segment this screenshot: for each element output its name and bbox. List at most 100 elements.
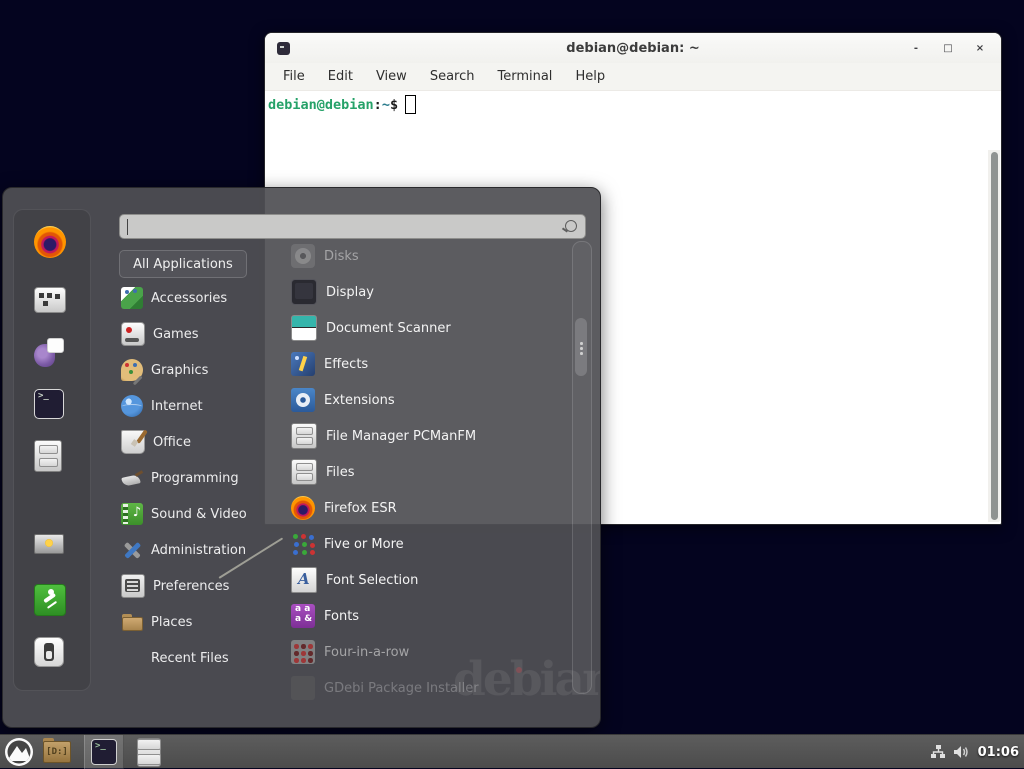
folder-icon	[43, 741, 71, 763]
sound-video-icon	[121, 503, 143, 525]
accessories-icon	[121, 287, 143, 309]
volume-icon[interactable]	[953, 744, 971, 760]
five-or-more-icon	[291, 532, 315, 556]
favorite-log-out-icon[interactable]	[34, 584, 66, 616]
favorite-shut-down-icon[interactable]	[34, 637, 64, 667]
category-graphics[interactable]: Graphics	[121, 356, 271, 384]
favorite-file-manager-icon[interactable]	[34, 440, 62, 472]
app-item-firefox-esr[interactable]: Firefox ESR	[291, 495, 573, 521]
shell-prompt: debian@debian:~$	[268, 95, 416, 114]
category-accessories[interactable]: Accessories	[121, 284, 271, 312]
category-label: Sound & Video	[151, 507, 247, 522]
menu-view[interactable]: View	[376, 69, 407, 84]
menu-launcher-button[interactable]	[2, 735, 36, 769]
app-label: Four-in-a-row	[324, 645, 409, 660]
menu-scrollbar-thumb[interactable]	[575, 318, 587, 376]
favorite-lock-screen-icon[interactable]	[34, 532, 64, 562]
spacer	[121, 647, 143, 669]
menu-search-input[interactable]	[126, 217, 559, 236]
app-label: Font Selection	[326, 573, 418, 588]
scrollbar-grip-dots	[580, 342, 583, 345]
prompt-user-host: debian@debian	[268, 97, 374, 113]
applications-menu: debian All Applications Accessories Game…	[2, 187, 601, 728]
terminal-scrollbar[interactable]	[988, 150, 1000, 522]
fonts-icon	[291, 604, 315, 628]
file-manager-icon	[291, 423, 317, 449]
minimize-button[interactable]: -	[907, 39, 925, 57]
favorite-pidgin-icon[interactable]	[34, 337, 64, 367]
app-label: Fonts	[324, 609, 359, 624]
disks-icon	[291, 244, 315, 268]
menu-search-box[interactable]	[119, 214, 586, 239]
prompt-symbol: $	[390, 97, 398, 113]
category-places[interactable]: Places	[121, 608, 271, 636]
close-button[interactable]: ×	[971, 39, 989, 57]
app-item-five-or-more[interactable]: Five or More	[291, 531, 573, 557]
firefox-icon	[291, 496, 315, 520]
category-games[interactable]: Games	[121, 320, 271, 348]
menu-terminal[interactable]: Terminal	[497, 69, 552, 84]
app-label: File Manager PCManFM	[326, 429, 476, 444]
category-internet[interactable]: Internet	[121, 392, 271, 420]
menu-edit[interactable]: Edit	[328, 69, 353, 84]
app-item-fonts[interactable]: Fonts	[291, 603, 573, 629]
category-programming[interactable]: Programming	[121, 464, 271, 492]
games-icon	[121, 322, 145, 346]
terminal-menubar: File Edit View Search Terminal Help	[265, 63, 1001, 91]
category-preferences[interactable]: Preferences	[121, 572, 271, 600]
graphics-icon	[121, 359, 143, 381]
font-selection-icon	[291, 567, 317, 593]
network-icon[interactable]	[930, 744, 946, 760]
search-icon	[565, 220, 577, 232]
maximize-button[interactable]: □	[939, 39, 957, 57]
menu-scrollbar[interactable]	[572, 241, 592, 694]
app-label: Disks	[324, 249, 359, 264]
app-item-document-scanner[interactable]: Document Scanner	[291, 315, 573, 341]
internet-icon	[121, 395, 143, 417]
favorite-firefox-icon[interactable]	[34, 226, 66, 258]
app-label: Extensions	[324, 393, 395, 408]
clock[interactable]: 01:06	[978, 745, 1019, 760]
effects-icon	[291, 352, 315, 376]
category-label: Preferences	[153, 579, 229, 594]
four-in-a-row-icon	[291, 640, 315, 664]
menu-search[interactable]: Search	[430, 69, 475, 84]
file-cabinet-icon	[137, 738, 161, 767]
all-applications-button[interactable]: All Applications	[119, 250, 247, 278]
category-label: Internet	[151, 399, 203, 414]
app-item-extensions[interactable]: Extensions	[291, 387, 573, 413]
taskbar-file-manager-button[interactable]	[40, 735, 74, 769]
app-item-file-manager-pcmanfm[interactable]: File Manager PCManFM	[291, 423, 573, 449]
taskbar: 01:06	[0, 734, 1024, 768]
app-item-four-in-a-row[interactable]: Four-in-a-row	[291, 639, 573, 665]
office-icon	[121, 430, 145, 454]
menu-help[interactable]: Help	[575, 69, 605, 84]
administration-icon	[121, 539, 143, 561]
places-icon	[121, 611, 143, 633]
app-item-gdebi[interactable]: GDebi Package Installer	[291, 675, 573, 701]
terminal-icon	[91, 739, 117, 765]
all-applications-label: All Applications	[133, 257, 233, 272]
taskbar-terminal-button-active[interactable]	[84, 735, 124, 769]
app-item-disks[interactable]: Disks	[291, 243, 573, 269]
category-sound-video[interactable]: Sound & Video	[121, 500, 271, 528]
extensions-icon	[291, 388, 315, 412]
app-label: Files	[326, 465, 355, 480]
app-label: Display	[326, 285, 374, 300]
app-item-font-selection[interactable]: Font Selection	[291, 567, 573, 593]
favorite-keyboard-icon[interactable]	[34, 287, 66, 313]
terminal-titlebar[interactable]: debian@debian: ~ - □ ×	[265, 33, 1001, 64]
category-recent-files[interactable]: Recent Files	[121, 644, 271, 672]
system-tray: 01:06	[930, 735, 1019, 769]
taskbar-files-button[interactable]	[132, 735, 166, 769]
preferences-icon	[121, 574, 145, 598]
favorite-terminal-icon[interactable]	[34, 389, 64, 419]
app-label: Effects	[324, 357, 368, 372]
category-office[interactable]: Office	[121, 428, 271, 456]
app-item-effects[interactable]: Effects	[291, 351, 573, 377]
app-item-display[interactable]: Display	[291, 279, 573, 305]
app-item-files[interactable]: Files	[291, 459, 573, 485]
terminal-scrollbar-thumb[interactable]	[991, 152, 998, 520]
menu-file[interactable]: File	[283, 69, 305, 84]
files-icon	[291, 459, 317, 485]
